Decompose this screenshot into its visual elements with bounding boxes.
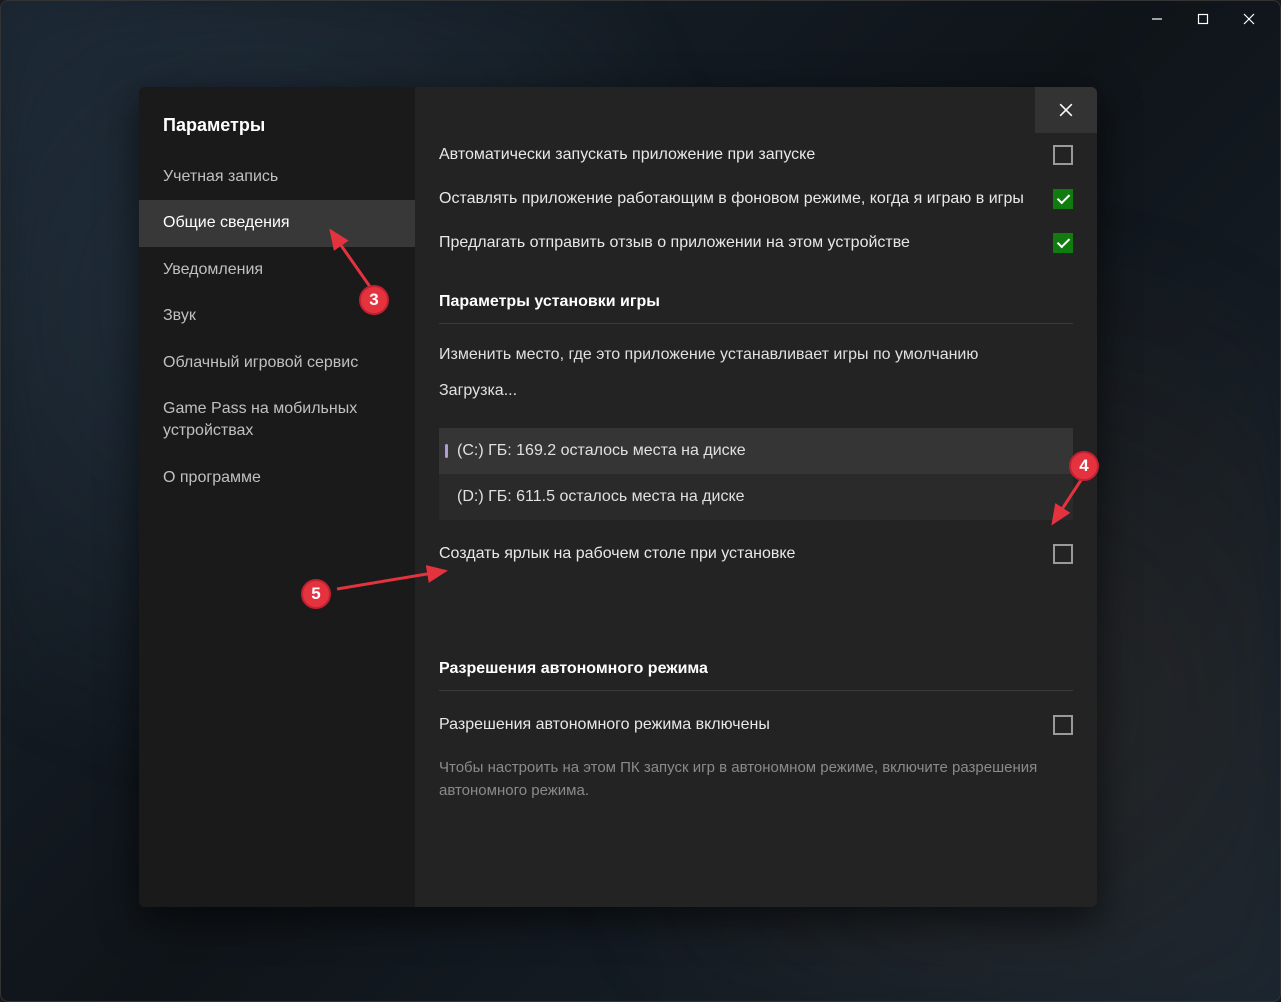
annotation-badge-5: 5 — [301, 579, 331, 609]
offline-enabled-checkbox[interactable] — [1053, 715, 1073, 735]
drive-option-c[interactable]: (C:) ГБ: 169.2 осталось места на диске — [439, 428, 1073, 474]
content-pane: Автоматически запускать приложение при з… — [415, 87, 1097, 907]
sidebar-item-cloud-gaming[interactable]: Облачный игровой сервис — [139, 340, 415, 386]
keep-background-checkbox[interactable] — [1053, 189, 1073, 209]
close-dialog-button[interactable] — [1035, 87, 1097, 133]
create-shortcut-checkbox[interactable] — [1053, 544, 1073, 564]
drive-option-d[interactable]: (D:) ГБ: 611.5 осталось места на диске — [439, 474, 1073, 520]
badge-4-label: 4 — [1069, 451, 1099, 481]
divider — [439, 323, 1073, 324]
row-send-feedback: Предлагать отправить отзыв о приложении … — [439, 231, 1073, 255]
annotation-badge-3: 3 — [359, 285, 389, 315]
badge-3-label: 3 — [359, 285, 389, 315]
badge-5-label: 5 — [301, 579, 331, 609]
settings-dialog: Параметры Учетная запись Общие сведения … — [139, 87, 1097, 907]
row-offline-enabled: Разрешения автономного режима включены — [439, 713, 1073, 737]
offline-section-title: Разрешения автономного режима — [439, 660, 1073, 678]
offline-enabled-label: Разрешения автономного режима включены — [439, 713, 1029, 737]
sidebar-item-gamepass-mobile[interactable]: Game Pass на мобильных устройствах — [139, 386, 415, 455]
row-auto-launch: Автоматически запускать приложение при з… — [439, 143, 1073, 167]
auto-launch-checkbox[interactable] — [1053, 145, 1073, 165]
loading-text: Загрузка... — [439, 382, 1073, 400]
install-section-title: Параметры установки игры — [439, 293, 1073, 311]
offline-help-text: Чтобы настроить на этом ПК запуск игр в … — [439, 757, 1073, 802]
auto-launch-label: Автоматически запускать приложение при з… — [439, 143, 1029, 167]
drive-list: (C:) ГБ: 169.2 осталось места на диске (… — [439, 428, 1073, 520]
dialog-title: Параметры — [139, 115, 415, 154]
keep-background-label: Оставлять приложение работающим в фоново… — [439, 187, 1029, 211]
divider — [439, 690, 1073, 691]
app-window: Параметры Учетная запись Общие сведения … — [0, 0, 1281, 1002]
sidebar-item-about[interactable]: О программе — [139, 455, 415, 501]
send-feedback-checkbox[interactable] — [1053, 233, 1073, 253]
sidebar-item-account[interactable]: Учетная запись — [139, 154, 415, 200]
create-shortcut-label: Создать ярлык на рабочем столе при устан… — [439, 542, 1029, 566]
sidebar-item-general[interactable]: Общие сведения — [139, 200, 415, 246]
annotation-badge-4: 4 — [1069, 451, 1099, 481]
row-create-shortcut: Создать ярлык на рабочем столе при устан… — [439, 542, 1073, 566]
change-location-text: Изменить место, где это приложение устан… — [439, 346, 1073, 364]
send-feedback-label: Предлагать отправить отзыв о приложении … — [439, 231, 1029, 255]
row-keep-background: Оставлять приложение работающим в фоново… — [439, 187, 1073, 211]
sidebar: Параметры Учетная запись Общие сведения … — [139, 87, 415, 907]
